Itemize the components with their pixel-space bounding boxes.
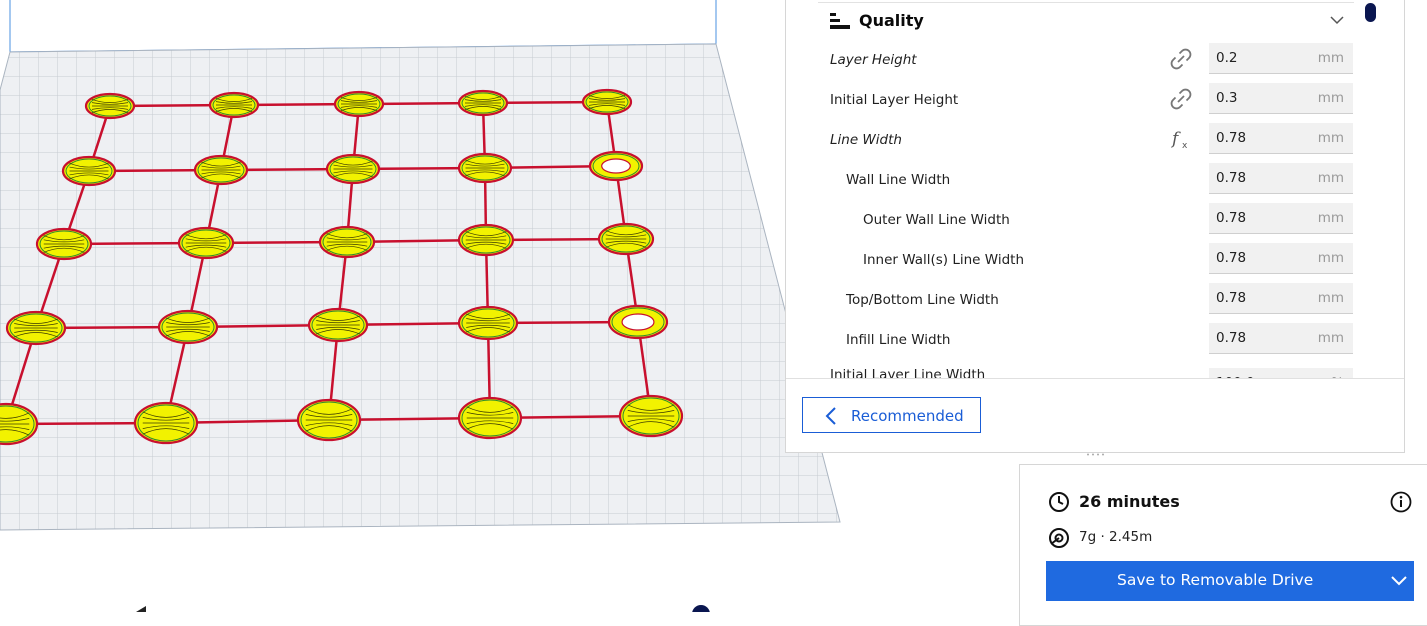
printed-part[interactable] <box>84 92 136 120</box>
printed-part[interactable] <box>296 398 362 442</box>
printed-part[interactable] <box>618 394 684 438</box>
printed-part[interactable] <box>457 152 513 184</box>
setting-label: Top/Bottom Line Width <box>846 292 999 308</box>
chevron-down-icon[interactable] <box>1384 569 1414 593</box>
setting-unit: mm <box>1317 170 1344 186</box>
printed-part[interactable] <box>61 155 117 187</box>
printed-part[interactable] <box>457 223 515 257</box>
material-usage: 7g · 2.45m <box>1079 529 1153 545</box>
link-icon[interactable] <box>1169 87 1193 111</box>
function-icon[interactable]: fx <box>1169 127 1193 151</box>
setting-value-field[interactable]: 0.78 mm <box>1209 323 1353 354</box>
chevron-left-icon <box>825 407 836 425</box>
printed-part[interactable] <box>177 226 235 260</box>
setting-value-field[interactable]: 0.3 mm <box>1209 83 1353 114</box>
svg-text:f: f <box>1170 129 1181 149</box>
link-icon[interactable] <box>1169 47 1193 71</box>
quality-bars-icon <box>830 13 850 29</box>
setting-unit: mm <box>1317 50 1344 66</box>
printed-part[interactable] <box>193 154 249 186</box>
setting-value: 0.78 <box>1216 130 1247 146</box>
printed-part[interactable] <box>581 88 633 116</box>
setting-label: Inner Wall(s) Line Width <box>863 252 1025 268</box>
setting-value: 0.78 <box>1216 330 1247 346</box>
setting-value: 0.78 <box>1216 210 1247 226</box>
setting-unit: mm <box>1317 330 1344 346</box>
setting-value-field[interactable]: 0.78 mm <box>1209 283 1353 314</box>
setting-unit: mm <box>1317 250 1344 266</box>
setting-unit: mm <box>1317 290 1344 306</box>
resize-grip-icon[interactable] <box>1086 453 1104 456</box>
scrollbar-handle[interactable] <box>1365 3 1376 22</box>
setting-label: Initial Layer Line Width <box>830 367 986 378</box>
printed-part[interactable] <box>318 225 376 259</box>
clock-icon <box>1049 492 1069 512</box>
setting-row: Initial Layer Line Width 100.0% <box>818 363 1356 378</box>
info-icon[interactable] <box>1390 491 1412 513</box>
setting-unit: mm <box>1317 90 1344 106</box>
setting-value-field[interactable]: 0.78 mm <box>1209 243 1353 274</box>
panel-divider <box>786 378 1404 379</box>
setting-row: Layer Height 0.2 mm <box>818 40 1356 80</box>
setting-label: Outer Wall Line Width <box>863 212 1010 228</box>
print-time: 26 minutes <box>1079 492 1180 511</box>
setting-value-field[interactable]: 0.2 mm <box>1209 43 1353 74</box>
setting-label: Line Width <box>830 132 902 148</box>
printed-part[interactable] <box>307 307 369 343</box>
setting-row: Line Width f x 0.78 mm <box>818 120 1356 160</box>
spool-icon <box>1049 528 1069 548</box>
save-button-label: Save to Removable Drive <box>1117 571 1314 589</box>
printed-part[interactable] <box>325 153 381 185</box>
setting-row: Infill Line Width 0.78 mm <box>818 320 1356 360</box>
printed-part[interactable] <box>5 310 67 346</box>
setting-label: Wall Line Width <box>846 172 951 188</box>
section-title: Quality <box>859 11 924 30</box>
printed-part[interactable] <box>588 150 644 182</box>
setting-label: Infill Line Width <box>846 332 951 348</box>
setting-row: Inner Wall(s) Line Width 0.78 mm <box>818 240 1356 280</box>
setting-row: Wall Line Width 0.78 mm <box>818 160 1356 200</box>
settings-scroll-area[interactable]: Quality Layer Height 0.2 mm Initial Layer H… <box>786 0 1404 378</box>
setting-value-field[interactable]: 100.0% <box>1209 368 1353 378</box>
setting-value-field[interactable]: 0.78 mm <box>1209 163 1353 194</box>
setting-unit: mm <box>1317 130 1344 146</box>
printed-part[interactable] <box>597 222 655 256</box>
svg-text:x: x <box>1182 141 1188 151</box>
setting-row: Top/Bottom Line Width 0.78 mm <box>818 280 1356 320</box>
setting-value: 0.78 <box>1216 290 1247 306</box>
chevron-down-icon[interactable] <box>1330 15 1344 25</box>
setting-value: 0.2 <box>1216 50 1238 66</box>
printed-part[interactable] <box>208 91 260 119</box>
printed-part[interactable] <box>133 401 199 445</box>
print-bed <box>0 43 841 531</box>
setting-row: Initial Layer Height 0.3 mm <box>818 80 1356 120</box>
setting-value: 0.3 <box>1216 90 1238 106</box>
setting-value: 0.78 <box>1216 170 1247 186</box>
setting-value: 0.78 <box>1216 250 1247 266</box>
printed-part[interactable] <box>333 90 385 118</box>
setting-unit: mm <box>1317 210 1344 226</box>
print-info-panel: 26 minutes 7g · 2.45m Save to Removable … <box>1019 464 1427 626</box>
setting-label: Initial Layer Height <box>830 92 959 108</box>
printed-part[interactable] <box>457 305 519 341</box>
printed-part[interactable] <box>457 396 523 440</box>
print-settings-panel: Quality Layer Height 0.2 mm Initial Layer H… <box>785 0 1405 453</box>
setting-row: Outer Wall Line Width 0.78 mm <box>818 200 1356 240</box>
printed-part[interactable] <box>607 304 669 340</box>
recommended-label: Recommended <box>851 407 964 425</box>
setting-value-field[interactable]: 0.78 mm <box>1209 203 1353 234</box>
printed-part[interactable] <box>35 227 93 261</box>
setting-value-field[interactable]: 0.78 mm <box>1209 123 1353 154</box>
printed-part[interactable] <box>157 309 219 345</box>
recommended-button[interactable]: Recommended <box>802 397 981 433</box>
setting-label: Layer Height <box>830 52 917 68</box>
quality-section-header[interactable]: Quality <box>818 2 1354 39</box>
printed-part[interactable] <box>457 89 509 117</box>
save-to-removable-drive-button[interactable]: Save to Removable Drive <box>1046 561 1414 601</box>
